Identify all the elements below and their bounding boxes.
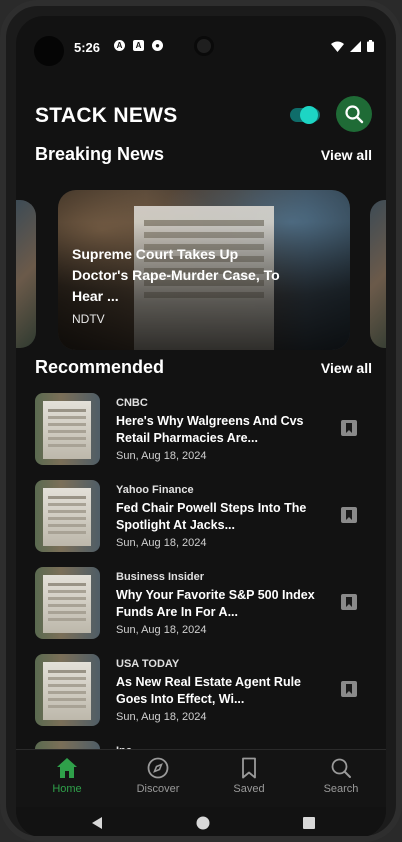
signal-icon (350, 40, 361, 52)
breaking-news-title: Breaking News (35, 144, 165, 164)
nav-home[interactable]: Home (32, 750, 102, 808)
article-thumbnail (35, 654, 100, 726)
notification-icon: A (133, 40, 144, 51)
search-icon (345, 105, 364, 124)
article-date: Sun, Aug 18, 2024 (116, 711, 207, 723)
search-button[interactable] (336, 96, 372, 132)
article-source: CNBC (116, 397, 148, 409)
wifi-icon (331, 41, 344, 52)
article-thumbnail (35, 393, 100, 465)
article-date: Sun, Aug 18, 2024 (116, 537, 207, 549)
list-item[interactable]: Yahoo Finance Fed Chair Powell Steps Int… (35, 480, 375, 554)
article-thumbnail (35, 480, 100, 552)
nav-saved-label: Saved (233, 783, 265, 795)
article-title: Why Your Favorite S&P 500 Index Funds Ar… (116, 588, 315, 619)
compass-icon (147, 757, 169, 779)
search-icon (331, 758, 351, 778)
bookmark-icon (242, 757, 256, 779)
article-date: Sun, Aug 18, 2024 (116, 624, 207, 636)
previous-news-card[interactable] (16, 200, 36, 348)
recommended-title: Recommended (35, 357, 165, 377)
article-title: As New Real Estate Agent Rule Goes Into … (116, 675, 302, 706)
notification-icon: ● (152, 40, 163, 51)
back-icon[interactable] (90, 816, 104, 830)
bookmark-icon[interactable] (340, 506, 358, 524)
home-circle-icon[interactable] (196, 816, 210, 830)
nav-saved[interactable]: Saved (214, 750, 284, 808)
card-headline: Supreme Court Takes Up Doctor's Rape-Mur… (72, 246, 280, 304)
nav-discover[interactable]: Discover (123, 750, 193, 808)
app-screen: 5:26 A A ● STACK NEWS Breaking News View… (16, 16, 386, 836)
recommended-view-all-link[interactable]: View all (321, 360, 372, 376)
recents-icon[interactable] (302, 816, 316, 830)
theme-toggle-knob[interactable] (300, 106, 318, 124)
bookmark-icon[interactable] (340, 680, 358, 698)
status-time: 5:26 (74, 40, 101, 55)
breaking-news-card[interactable]: Supreme Court Takes Up Doctor's Rape-Mur… (58, 190, 350, 350)
battery-icon (367, 40, 374, 52)
list-item[interactable]: USA TODAY As New Real Estate Agent Rule … (35, 654, 375, 728)
bookmark-icon[interactable] (340, 593, 358, 611)
breaking-view-all-link[interactable]: View all (321, 147, 372, 163)
bottom-navigation: Home Discover Saved Search (16, 749, 386, 807)
article-date: Sun, Aug 18, 2024 (116, 450, 207, 462)
nav-search[interactable]: Search (306, 750, 376, 808)
list-item[interactable]: Business Insider Why Your Favorite S&P 5… (35, 567, 375, 641)
device-frame: 5:26 A A ● STACK NEWS Breaking News View… (0, 0, 402, 842)
article-title: Fed Chair Powell Steps Into The Spotligh… (116, 501, 307, 532)
article-title: Here's Why Walgreens And Cvs Retail Phar… (116, 414, 304, 445)
bookmark-icon[interactable] (340, 419, 358, 437)
next-news-card[interactable] (370, 200, 386, 348)
home-icon (57, 758, 77, 778)
article-thumbnail (35, 567, 100, 639)
article-source: USA TODAY (116, 658, 180, 670)
nav-search-label: Search (323, 783, 359, 795)
camera-cutout (34, 36, 64, 66)
front-camera (194, 36, 214, 56)
notification-icon: A (114, 40, 125, 51)
article-source: Yahoo Finance (116, 484, 194, 496)
status-bar: 5:26 A A ● (16, 16, 386, 66)
system-navigation-bar (16, 807, 386, 836)
app-title: STACK NEWS (35, 104, 178, 127)
nav-home-label: Home (52, 783, 82, 795)
system-icons (331, 40, 374, 52)
notification-icons: A A ● (114, 40, 163, 51)
card-source: NDTV (72, 312, 105, 326)
nav-discover-label: Discover (136, 783, 180, 795)
list-item[interactable]: CNBC Here's Why Walgreens And Cvs Retail… (35, 393, 375, 467)
article-source: Business Insider (116, 571, 205, 583)
